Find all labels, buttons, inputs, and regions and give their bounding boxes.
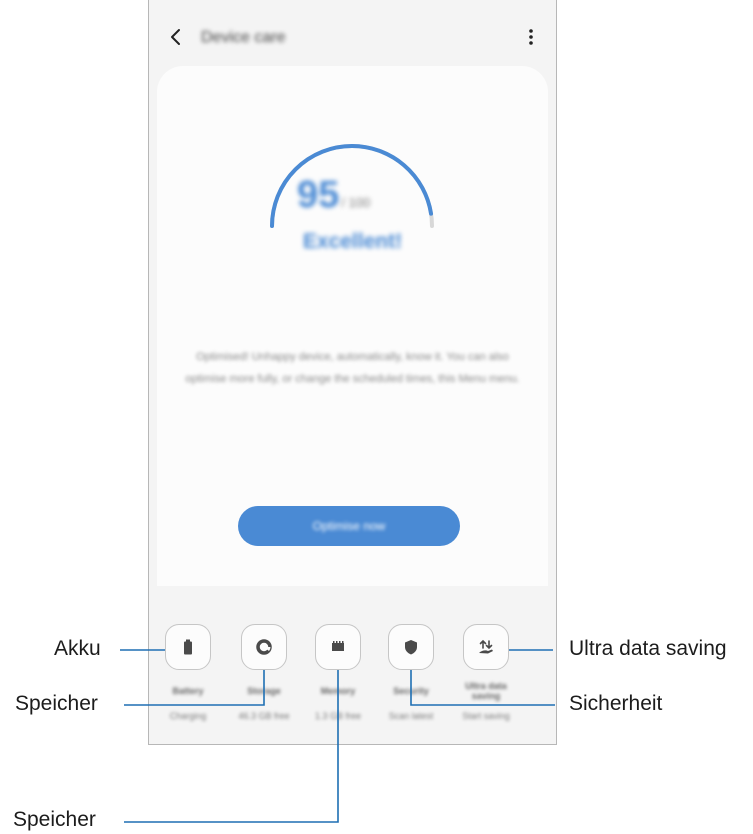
callout-sicherheit: Sicherheit — [569, 692, 663, 715]
callout-speicher-storage: Speicher — [15, 692, 98, 715]
callout-akku: Akku — [54, 637, 101, 660]
leader-speicher-1 — [124, 670, 265, 706]
manual-illustration: Device care 95/ 100 Excellent! Optimised… — [0, 0, 753, 834]
leader-sicherheit — [410, 670, 555, 706]
callout-ultra-data-saving: Ultra data saving — [569, 637, 727, 660]
leader-speicher-2 — [124, 670, 339, 823]
callout-speicher-memory: Speicher — [13, 808, 96, 831]
